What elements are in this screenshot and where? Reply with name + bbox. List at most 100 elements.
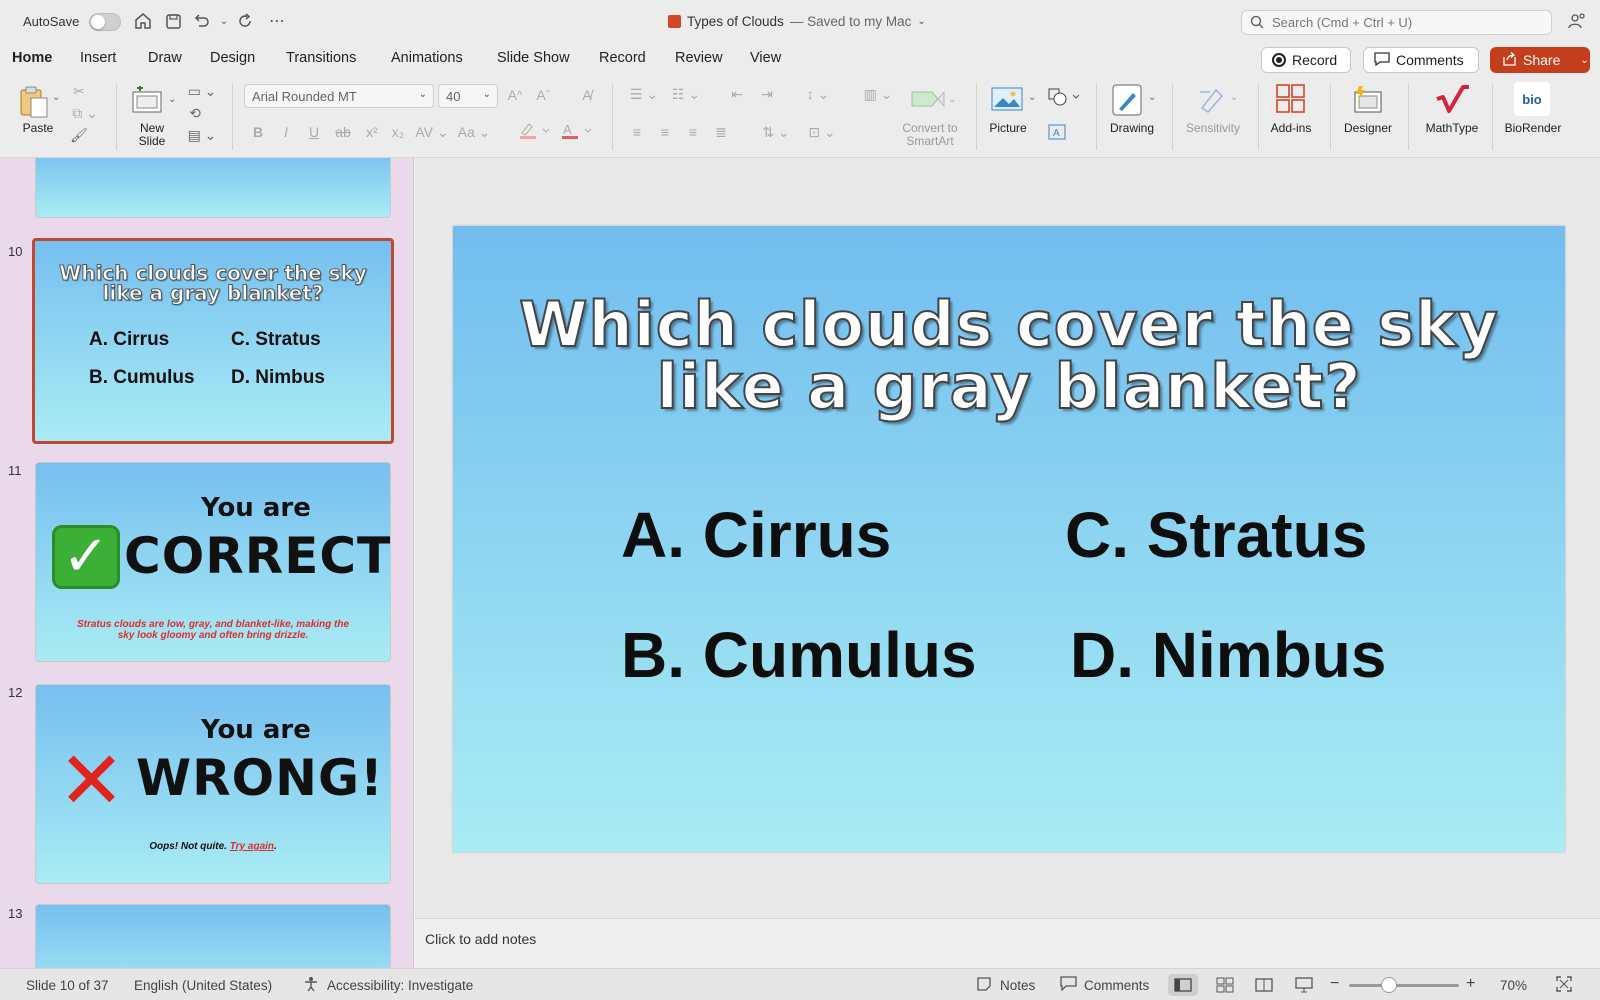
change-case-icon[interactable]: Aa ⌄ — [456, 122, 492, 142]
subscript-icon[interactable]: x₂ — [388, 122, 408, 142]
share-button[interactable]: Share ⌄ — [1490, 47, 1590, 73]
underline-icon[interactable]: U — [304, 122, 324, 142]
tab-record[interactable]: Record — [599, 50, 646, 66]
tab-home[interactable]: Home — [12, 50, 53, 77]
tab-design[interactable]: Design — [210, 50, 255, 66]
notes-pane[interactable]: Click to add notes — [415, 918, 1600, 968]
home-icon[interactable] — [132, 10, 154, 32]
picture-icon[interactable] — [990, 84, 1024, 114]
copy-icon[interactable]: ⧉ ⌄ — [70, 104, 100, 122]
option-a[interactable]: A. Cirrus — [621, 498, 891, 572]
smartart-icon[interactable] — [906, 82, 950, 116]
drawing-dropdown-icon[interactable]: ⌄ — [1148, 92, 1156, 103]
normal-view-icon[interactable] — [1168, 974, 1198, 996]
clear-formatting-icon[interactable]: A̸ — [575, 84, 599, 106]
text-box-icon[interactable]: A — [1046, 122, 1068, 142]
slide-thumbnail-10[interactable]: Which clouds cover the sky like a gray b… — [32, 238, 394, 444]
format-painter-icon[interactable]: 🖌 — [70, 126, 88, 144]
zoom-level[interactable]: 70% — [1500, 978, 1527, 993]
font-size-select[interactable]: 40 ⌄ — [438, 84, 498, 108]
align-left-icon[interactable]: ≡ — [626, 122, 648, 142]
current-slide[interactable]: Which clouds cover the sky like a gray b… — [453, 226, 1565, 852]
decrease-font-icon[interactable]: Aˇ — [532, 84, 554, 106]
slide-title[interactable]: Which clouds cover the sky like a gray b… — [453, 293, 1565, 419]
tab-draw[interactable]: Draw — [148, 50, 182, 66]
share-people-icon[interactable] — [1566, 10, 1588, 32]
tab-transitions[interactable]: Transitions — [286, 50, 356, 66]
biorender-icon[interactable]: bio — [1514, 82, 1550, 116]
tab-animations[interactable]: Animations — [391, 50, 463, 66]
columns-icon[interactable]: ▥ ⌄ — [860, 84, 896, 104]
option-d[interactable]: D. Nimbus — [1070, 618, 1386, 692]
slide-thumbnail-13[interactable] — [35, 904, 391, 968]
reset-icon[interactable]: ⟲ — [184, 104, 206, 122]
mathtype-icon[interactable] — [1432, 82, 1472, 116]
fit-to-window-icon[interactable] — [1556, 976, 1572, 995]
redo-icon[interactable] — [234, 10, 256, 32]
line-spacing-icon[interactable]: ↕ ⌄ — [800, 84, 836, 104]
smartart-dropdown-icon[interactable]: ⌄ — [948, 94, 956, 105]
slide-thumbnail-11[interactable]: You are ✓ CORRECT! Stratus clouds are lo… — [35, 462, 391, 662]
justify-icon[interactable]: ≣ — [710, 122, 732, 142]
zoom-out-icon[interactable]: − — [1330, 975, 1339, 993]
layout-icon[interactable]: ▭ ⌄ — [184, 82, 220, 100]
decrease-indent-icon[interactable]: ⇤ — [726, 84, 748, 104]
picture-dropdown-icon[interactable]: ⌄ — [1028, 92, 1036, 103]
numbering-icon[interactable]: ☷ ⌄ — [668, 84, 704, 104]
bullets-icon[interactable]: ☰ ⌄ — [626, 84, 662, 104]
undo-icon[interactable] — [191, 10, 213, 32]
paste-icon[interactable] — [16, 84, 52, 120]
slide-sorter-icon[interactable] — [1210, 974, 1240, 996]
thumb-try-again-link[interactable]: Try again — [230, 841, 274, 852]
new-slide-dropdown-icon[interactable]: ⌄ — [168, 94, 176, 105]
align-right-icon[interactable]: ≡ — [682, 122, 704, 142]
text-direction-icon[interactable]: ⇅ ⌄ — [758, 122, 794, 142]
highlight-color-icon[interactable] — [516, 120, 552, 142]
superscript-icon[interactable]: x² — [362, 122, 382, 142]
drawing-icon[interactable] — [1110, 82, 1144, 118]
option-b[interactable]: B. Cumulus — [621, 618, 977, 692]
add-ins-icon[interactable] — [1274, 82, 1308, 116]
section-icon[interactable]: ▤ ⌄ — [184, 126, 220, 144]
designer-icon[interactable] — [1350, 82, 1384, 116]
comment-icon[interactable] — [1060, 976, 1077, 994]
tab-view[interactable]: View — [750, 50, 781, 66]
sensitivity-icon[interactable] — [1194, 82, 1228, 116]
align-text-icon[interactable]: ⊡ ⌄ — [804, 122, 840, 142]
bold-icon[interactable]: B — [248, 122, 268, 142]
increase-font-icon[interactable]: A ^ — [504, 84, 526, 106]
character-spacing-icon[interactable]: AV ⌄ — [414, 122, 450, 142]
accessibility-icon[interactable] — [303, 976, 319, 995]
zoom-slider-handle[interactable] — [1381, 977, 1397, 993]
search-input[interactable]: Search (Cmd + Ctrl + U) — [1241, 10, 1552, 35]
shapes-icon[interactable] — [1046, 86, 1082, 108]
record-button[interactable]: Record — [1261, 47, 1351, 73]
document-title[interactable]: Types of Clouds — Saved to my Mac ⌄ — [668, 14, 926, 29]
sensitivity-dropdown-icon[interactable]: ⌄ — [1230, 92, 1238, 103]
font-color-icon[interactable]: A — [558, 120, 594, 142]
tab-insert[interactable]: Insert — [80, 50, 116, 66]
slideshow-view-icon[interactable] — [1289, 974, 1319, 996]
option-c[interactable]: C. Stratus — [1065, 498, 1367, 572]
font-name-select[interactable]: Arial Rounded MT ⌄ — [244, 84, 434, 108]
tab-slide-show[interactable]: Slide Show — [497, 50, 570, 66]
language-indicator[interactable]: English (United States) — [134, 978, 272, 993]
accessibility-status[interactable]: Accessibility: Investigate — [327, 978, 473, 993]
chevron-down-icon[interactable]: ⌄ — [1580, 55, 1588, 66]
zoom-in-icon[interactable]: + — [1466, 975, 1475, 993]
comments-button[interactable]: Comments — [1363, 47, 1479, 73]
slide-thumbnail-9[interactable] — [35, 158, 391, 218]
italic-icon[interactable]: I — [276, 122, 296, 142]
strikethrough-icon[interactable]: ab — [332, 122, 354, 142]
tab-review[interactable]: Review — [675, 50, 723, 66]
slide-thumbnail-12[interactable]: You are ✕ WRONG! Oops! Not quite. Try ag… — [35, 684, 391, 884]
zoom-slider[interactable] — [1349, 984, 1459, 987]
increase-indent-icon[interactable]: ⇥ — [756, 84, 778, 104]
save-icon[interactable] — [162, 10, 184, 32]
paste-dropdown-icon[interactable]: ⌄ — [52, 92, 60, 103]
new-slide-icon[interactable] — [130, 84, 166, 118]
slide-thumbnail-panel[interactable]: 10 Which clouds cover the sky like a gra… — [0, 158, 414, 968]
notes-icon[interactable] — [976, 976, 992, 995]
autosave-toggle[interactable] — [89, 13, 121, 31]
notes-toggle[interactable]: Notes — [1000, 978, 1035, 993]
